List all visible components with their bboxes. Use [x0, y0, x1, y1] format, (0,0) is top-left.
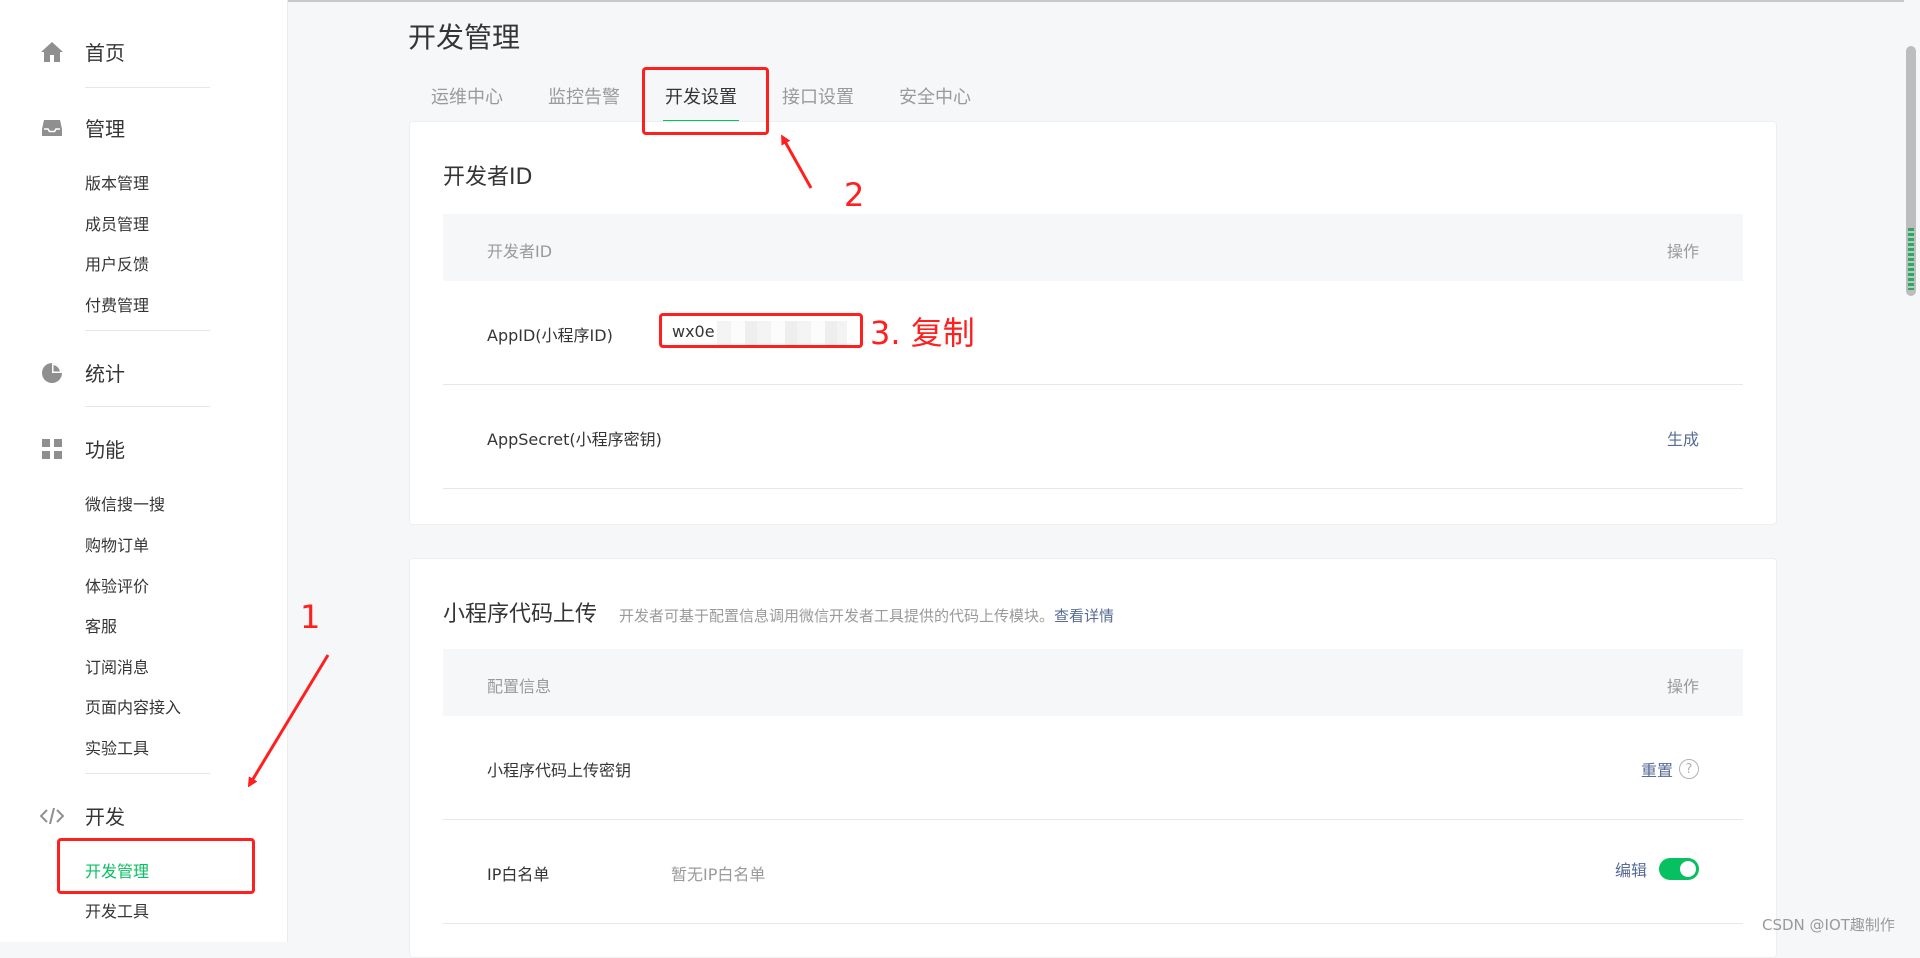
- watermark: CSDN @IOT趣制作: [1762, 916, 1895, 934]
- annotation-arrows: [247, 134, 813, 788]
- scrollbar-decoration: [1908, 228, 1914, 290]
